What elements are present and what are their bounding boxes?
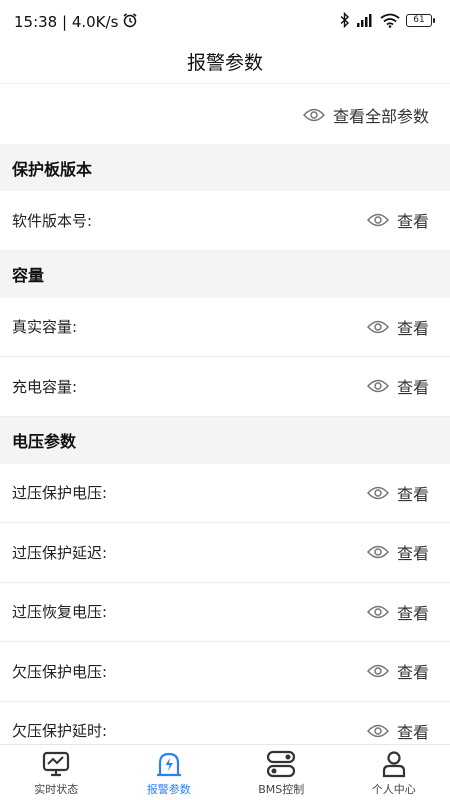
eye-icon: [366, 379, 389, 393]
eye-icon: [366, 724, 389, 738]
status-right: 61: [340, 12, 435, 28]
eye-icon: [366, 545, 389, 559]
eye-icon: [302, 108, 325, 122]
view-label: 查看: [396, 212, 429, 232]
tab-label: 报警参数: [146, 783, 191, 796]
param-row-undervoltage-protection: 欠压保护电压: 查看: [0, 642, 450, 702]
param-row-real-capacity: 真实容量: 查看: [0, 297, 450, 357]
tab-label: 个人中心: [371, 783, 416, 796]
eye-icon: [366, 664, 389, 678]
view-button[interactable]: 查看: [366, 481, 429, 505]
wifi-icon: [380, 13, 400, 28]
param-label: 过压保护电压:: [12, 484, 108, 503]
view-label: 查看: [396, 544, 429, 564]
param-row-software-version: 软件版本号: 查看: [0, 191, 450, 251]
section-header-board-version: 保护板版本: [0, 144, 450, 191]
view-label: 查看: [396, 318, 429, 338]
param-row-overvoltage-recovery: 过压恢复电压: 查看: [0, 582, 450, 642]
param-row-overvoltage-protection: 过压保护电压: 查看: [0, 463, 450, 523]
status-time-speed: 15:38 | 4.0K/s: [14, 13, 119, 31]
param-label: 充电容量:: [12, 377, 78, 396]
tab-label: BMS控制: [258, 783, 305, 796]
param-label: 过压恢复电压:: [12, 603, 108, 622]
tab-realtime-status[interactable]: 实时状态: [0, 745, 113, 800]
view-button[interactable]: 查看: [366, 208, 429, 232]
param-label: 欠压保护延时:: [12, 722, 108, 741]
title-bar: 报警参数: [0, 40, 450, 84]
tab-alarm-parameters[interactable]: 报警参数: [113, 745, 226, 800]
param-row-overvoltage-delay: 过压保护延迟: 查看: [0, 523, 450, 583]
param-row-undervoltage-delay: 欠压保护延时: 查看: [0, 701, 450, 745]
view-button[interactable]: 查看: [366, 315, 429, 339]
tab-personal-center[interactable]: 个人中心: [338, 745, 450, 800]
section-header-capacity: 容量: [0, 250, 450, 298]
param-label: 真实容量:: [12, 318, 78, 337]
view-label: 查看: [396, 378, 429, 398]
status-left: 15:38 | 4.0K/s: [14, 12, 138, 32]
bottom-tab-bar: 实时状态 报警参数 BMS控制 个人中心: [0, 744, 450, 800]
view-label: 查看: [396, 722, 429, 742]
eye-icon: [366, 213, 389, 227]
battery-icon: 61: [406, 13, 435, 27]
toggle-switch-icon: [266, 749, 296, 779]
view-button[interactable]: 查看: [366, 659, 429, 683]
section-header-voltage: 电压参数: [0, 416, 450, 464]
eye-icon: [366, 320, 389, 334]
parameter-list[interactable]: 查看全部参数 保护板版本 软件版本号: 查看 容量 真实容量: 查看 充电容量:…: [0, 85, 450, 745]
page-title: 报警参数: [186, 52, 263, 74]
person-icon: [381, 749, 407, 779]
status-bar: 15:38 | 4.0K/s 61: [0, 0, 450, 40]
view-button[interactable]: 查看: [366, 374, 429, 398]
bluetooth-icon: [340, 12, 350, 28]
param-row-charge-capacity: 充电容量: 查看: [0, 357, 450, 417]
param-label: 软件版本号:: [12, 211, 93, 230]
view-button[interactable]: 查看: [366, 719, 429, 743]
view-label: 查看: [396, 603, 429, 623]
view-all-label: 查看全部参数: [332, 106, 429, 126]
param-label: 欠压保护电压:: [12, 662, 108, 681]
view-all-parameters-button[interactable]: 查看全部参数: [0, 85, 450, 144]
monitor-chart-icon: [42, 749, 70, 779]
view-button[interactable]: 查看: [366, 600, 429, 624]
param-label: 过压保护延迟:: [12, 543, 108, 562]
tab-bms-control[interactable]: BMS控制: [225, 745, 338, 800]
alarm-light-icon: [155, 749, 183, 779]
eye-icon: [366, 486, 389, 500]
signal-icon: [356, 13, 374, 27]
view-label: 查看: [396, 484, 429, 504]
alarm-clock-icon: [122, 12, 138, 32]
view-button[interactable]: 查看: [366, 540, 429, 564]
tab-label: 实时状态: [34, 783, 79, 796]
view-label: 查看: [396, 663, 429, 683]
eye-icon: [366, 605, 389, 619]
